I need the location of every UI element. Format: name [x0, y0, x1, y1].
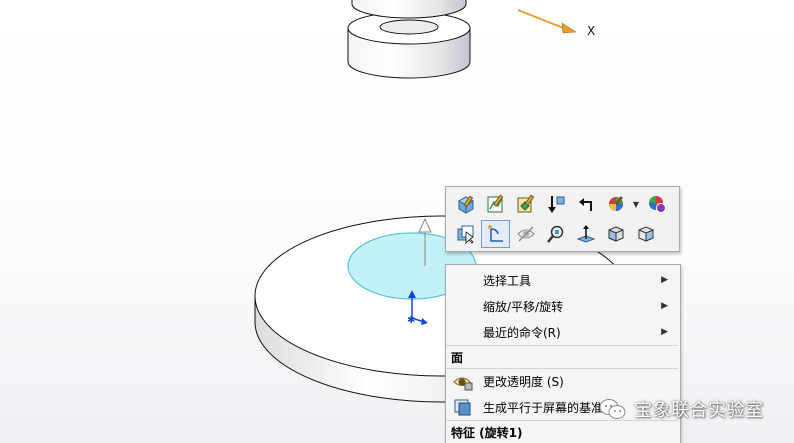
normal-to-button[interactable]: [571, 220, 600, 248]
edit-part-button[interactable]: [511, 190, 540, 218]
edit-sketch-icon: [487, 194, 503, 213]
menu-item-zoom-pan-rotate[interactable]: 缩放/平移/旋转 ▶: [446, 293, 680, 319]
submenu-arrow-icon: ▶: [661, 327, 668, 337]
watermark-text: 宝象联合实验室: [634, 400, 764, 421]
normal-to-icon: [576, 225, 595, 243]
axis-x-label: X: [587, 24, 595, 38]
menu-item-change-transparency[interactable]: 更改透明度 (S): [446, 368, 680, 394]
menu-item-label: 缩放/平移/旋转: [483, 299, 564, 314]
sketch-icon: [487, 225, 503, 242]
hide-icon: [516, 226, 535, 242]
menu-section-feature: 特征 (旋转1): [451, 425, 523, 440]
view-orientation-icon: [608, 226, 623, 242]
menu-item-label: 选择工具: [483, 273, 532, 288]
dropdown-arrow-icon: ▼: [632, 199, 640, 209]
appearance-button[interactable]: [601, 190, 630, 218]
edit-feature-icon: [457, 195, 474, 214]
sketch-button[interactable]: [481, 220, 510, 248]
insert-icon: [547, 196, 564, 213]
wechat-icon: [599, 399, 626, 419]
edit-sketch-button[interactable]: [481, 190, 510, 218]
back-button[interactable]: [571, 190, 600, 218]
isometric-button[interactable]: [631, 220, 660, 248]
menu-section-face: 面: [451, 350, 464, 365]
context-toolbar-row-2: [451, 220, 660, 248]
context-toolbar-row-1: ▼: [451, 190, 671, 218]
transparency-icon: [453, 377, 473, 391]
watermark: 宝象联合实验室: [598, 396, 764, 422]
view-orientation-button[interactable]: [601, 220, 630, 248]
zoom-to-selection-icon: [546, 225, 563, 243]
menu-item-label: 生成平行于屏幕的基准面: [483, 400, 616, 415]
upper-part[interactable]: [347, 0, 471, 79]
insert-button[interactable]: [541, 190, 570, 218]
plane-icon: [454, 399, 471, 416]
edit-feature-button[interactable]: [451, 190, 480, 218]
submenu-arrow-icon: ▶: [661, 275, 668, 285]
menu-item-select-tools[interactable]: 选择工具 ▶: [446, 267, 680, 293]
back-icon: [578, 198, 592, 211]
appearance-dropdown[interactable]: ▼: [631, 190, 641, 218]
scene-button[interactable]: [642, 190, 671, 218]
select-other-button[interactable]: [451, 220, 480, 248]
edit-part-icon: [517, 194, 534, 213]
zoom-to-selection-button[interactable]: [541, 220, 570, 248]
isometric-icon: [638, 226, 653, 242]
menu-item-label: 最近的命令(R): [483, 325, 561, 340]
context-toolbar: ▼: [445, 186, 680, 252]
scene-icon: [648, 196, 666, 213]
hide-button[interactable]: [511, 220, 540, 248]
svg-text:✱: ✱: [407, 315, 415, 326]
menu-item-recent-commands[interactable]: 最近的命令(R) ▶: [446, 319, 680, 345]
coordinate-triad: X: [517, 9, 595, 38]
menu-item-label: 更改透明度 (S): [483, 374, 564, 389]
appearance-icon: [608, 196, 623, 211]
submenu-arrow-icon: ▶: [661, 301, 668, 311]
select-other-icon: [457, 225, 474, 244]
